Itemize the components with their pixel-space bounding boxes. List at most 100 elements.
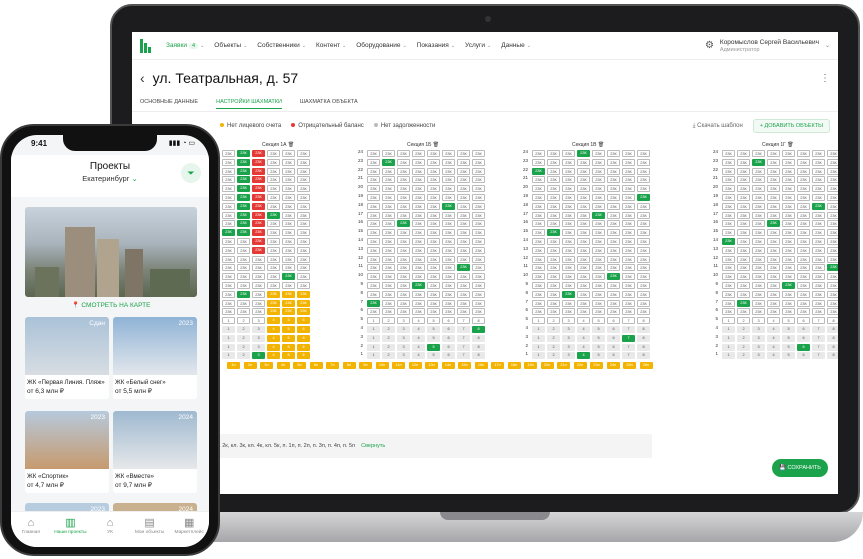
apartment-cell[interactable]: 23К: [797, 255, 810, 263]
apartment-cell[interactable]: 23К: [767, 246, 780, 254]
apartment-cell[interactable]: 3: [562, 334, 575, 342]
apartment-cell[interactable]: 23К: [592, 185, 605, 193]
apartment-cell[interactable]: 23К: [722, 238, 735, 245]
apartment-cell[interactable]: 3: [252, 317, 265, 325]
tab-house[interactable]: ⌂ УК: [90, 512, 130, 547]
apartment-cell[interactable]: 23К: [752, 167, 765, 175]
tab-home[interactable]: ⌂ Главная: [11, 512, 51, 547]
apartment-cell[interactable]: 23К: [472, 255, 485, 263]
apartment-cell[interactable]: 23К: [397, 167, 410, 175]
apartment-cell[interactable]: 23К: [267, 290, 280, 298]
apartment-cell[interactable]: 23К: [827, 220, 838, 228]
apartment-cell[interactable]: 23К: [427, 202, 440, 210]
apartment-cell[interactable]: 23К: [427, 299, 440, 307]
apartment-cell[interactable]: 23К: [367, 282, 380, 289]
apartment-cell[interactable]: 23К: [297, 229, 310, 237]
filter-icon[interactable]: ⏷: [181, 163, 201, 183]
apartment-cell[interactable]: 6: [797, 326, 810, 333]
apartment-cell[interactable]: 23К: [592, 290, 605, 298]
apartment-cell[interactable]: 23К: [637, 202, 650, 210]
apartment-cell[interactable]: 23К: [562, 264, 575, 272]
apartment-cell[interactable]: 23К: [427, 176, 440, 184]
apartment-cell[interactable]: 23К: [812, 176, 825, 184]
apartment-cell[interactable]: 23К: [782, 211, 795, 219]
apartment-cell[interactable]: 23К: [532, 167, 545, 175]
apartment-cell[interactable]: 4: [267, 343, 280, 351]
apartment-cell[interactable]: 23К: [442, 255, 455, 263]
apartment-cell[interactable]: 23К: [252, 150, 265, 157]
download-template-link[interactable]: ⤓ Скачать шаблон: [693, 123, 743, 130]
apartment-cell[interactable]: 1: [367, 334, 380, 342]
apartment-cell[interactable]: 23К: [622, 194, 635, 201]
apartment-cell[interactable]: 23К: [547, 167, 560, 175]
apartment-cell[interactable]: 23К: [812, 185, 825, 193]
apartment-cell[interactable]: 23К: [737, 308, 750, 316]
apartment-cell[interactable]: 23К: [472, 158, 485, 166]
apartment-cell[interactable]: 23К: [222, 308, 235, 316]
apartment-cell[interactable]: 6: [442, 343, 455, 351]
apartment-cell[interactable]: 23К: [412, 185, 425, 193]
apartment-cell[interactable]: 23К: [267, 229, 280, 237]
apartment-cell[interactable]: 23К: [767, 211, 780, 219]
apartment-cell[interactable]: 23К: [412, 176, 425, 184]
apartment-cell[interactable]: 23К: [412, 264, 425, 272]
apartment-cell[interactable]: 23К: [282, 246, 295, 254]
section-header[interactable]: Секция 1Б 🗑: [407, 142, 439, 148]
apartment-cell[interactable]: 1: [222, 352, 235, 360]
apartment-cell[interactable]: 23К: [592, 255, 605, 263]
apartment-cell[interactable]: 6: [297, 343, 310, 351]
apartment-cell[interactable]: 23К: [577, 273, 590, 281]
parking-cell[interactable]: 14п: [441, 362, 455, 369]
apartment-cell[interactable]: 23К: [737, 211, 750, 219]
apartment-cell[interactable]: 23К: [722, 229, 735, 237]
apartment-cell[interactable]: 23К: [382, 255, 395, 263]
apartment-cell[interactable]: 3: [252, 334, 265, 342]
apartment-cell[interactable]: 23К: [397, 299, 410, 307]
apartment-cell[interactable]: 23К: [782, 264, 795, 272]
apartment-cell[interactable]: 1: [722, 317, 735, 325]
apartment-cell[interactable]: 23К: [442, 299, 455, 307]
apartment-cell[interactable]: 23К: [547, 255, 560, 263]
apartment-cell[interactable]: 23К: [282, 290, 295, 298]
apartment-cell[interactable]: 23К: [722, 158, 735, 166]
apartment-cell[interactable]: 23К: [577, 299, 590, 307]
apartment-cell[interactable]: 23К: [577, 176, 590, 184]
apartment-cell[interactable]: 23К: [637, 299, 650, 307]
apartment-cell[interactable]: 23К: [797, 150, 810, 157]
apartment-cell[interactable]: 23К: [737, 264, 750, 272]
apartment-cell[interactable]: 23К: [382, 264, 395, 272]
apartment-cell[interactable]: 23К: [367, 185, 380, 193]
apartment-cell[interactable]: 23К: [397, 273, 410, 281]
apartment-cell[interactable]: 23К: [442, 273, 455, 281]
apartment-cell[interactable]: 23К: [607, 264, 620, 272]
apartment-cell[interactable]: 23К: [297, 299, 310, 307]
apartment-cell[interactable]: 23К: [382, 308, 395, 316]
apartment-cell[interactable]: 23К: [382, 290, 395, 298]
apartment-cell[interactable]: 23К: [252, 176, 265, 184]
apartment-cell[interactable]: 6: [442, 334, 455, 342]
apartment-cell[interactable]: 6: [607, 317, 620, 325]
apartment-cell[interactable]: 5: [427, 352, 440, 360]
project-card[interactable]: 2023 ЖК «Спортик» от 4,7 млн ₽: [25, 411, 109, 493]
apartment-cell[interactable]: 23К: [547, 299, 560, 307]
apartment-cell[interactable]: 6: [797, 343, 810, 351]
apartment-cell[interactable]: 23К: [827, 273, 838, 281]
apartment-cell[interactable]: 23К: [637, 238, 650, 245]
apartment-cell[interactable]: 23К: [367, 176, 380, 184]
apartment-cell[interactable]: 23К: [532, 290, 545, 298]
apartment-cell[interactable]: 23К: [722, 185, 735, 193]
apartment-cell[interactable]: 23К: [457, 211, 470, 219]
apartment-cell[interactable]: 3: [752, 352, 765, 360]
apartment-cell[interactable]: 3: [562, 352, 575, 360]
apartment-cell[interactable]: 23К: [622, 220, 635, 228]
apartment-cell[interactable]: 23К: [737, 158, 750, 166]
parking-cell[interactable]: 26п: [639, 362, 653, 369]
apartment-cell[interactable]: 5: [592, 334, 605, 342]
apartment-cell[interactable]: 23К: [547, 273, 560, 281]
parking-cell[interactable]: 2п: [243, 362, 257, 369]
apartment-cell[interactable]: 4: [267, 352, 280, 360]
apartment-cell[interactable]: 23К: [722, 150, 735, 157]
apartment-cell[interactable]: 23К: [637, 185, 650, 193]
apartment-cell[interactable]: 4: [767, 343, 780, 351]
apartment-cell[interactable]: 2: [382, 317, 395, 325]
